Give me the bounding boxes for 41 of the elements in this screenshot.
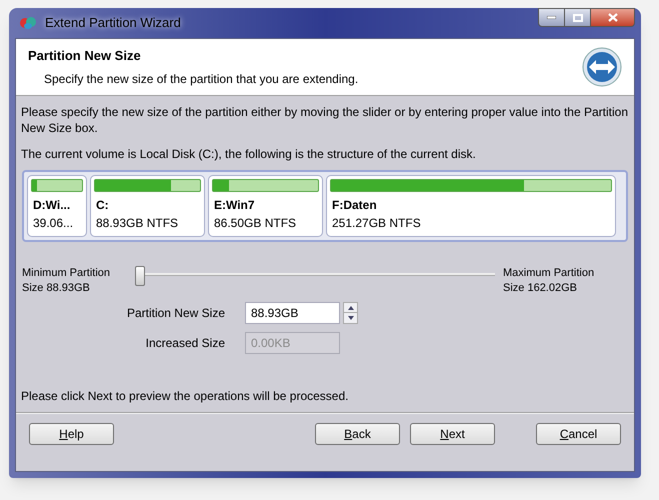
close-button[interactable] <box>591 8 635 27</box>
app-icon <box>19 15 37 31</box>
maximize-icon <box>572 14 582 22</box>
partition-name: E:Win7 <box>213 197 256 214</box>
partition-size: 88.93GB NTFS <box>95 215 180 232</box>
partition-block[interactable]: D:Wi... 39.06... <box>27 175 87 237</box>
disk-caption: The current volume is Local Disk (C:), the following is the structure of the current disk. <box>20 146 477 163</box>
increased-size-field: 0.00KB <box>245 332 340 354</box>
partition-name: C: <box>95 197 110 214</box>
partition-name: D:Wi... <box>32 197 72 214</box>
help-button[interactable]: Help <box>29 423 114 445</box>
field-label: Partition New Size <box>126 305 226 322</box>
footer-note: Please click Next to preview the operations will be processed. <box>20 388 350 405</box>
partition-block[interactable]: F:Daten 251.27GB NTFS <box>326 175 616 237</box>
partition-size: 39.06... <box>32 215 74 232</box>
partition-size: 86.50GB NTFS <box>213 215 298 232</box>
minimize-button[interactable] <box>538 8 565 27</box>
page-title: Partition New Size <box>28 47 142 66</box>
partition-block[interactable]: C: 88.93GB NTFS <box>90 175 205 237</box>
next-button[interactable]: Next <box>410 423 495 445</box>
spin-up-button[interactable] <box>343 302 358 313</box>
instructions-text: Please specify the new size of the partition either by moving the slider or by entering proper value into the Partition New Size box. <box>20 104 630 136</box>
window-title: Extend Partition Wizard <box>45 14 181 32</box>
partition-block[interactable]: E:Win7 86.50GB NTFS <box>208 175 323 237</box>
close-icon <box>608 13 618 22</box>
back-button[interactable]: Back <box>315 423 400 445</box>
cancel-button[interactable]: Cancel <box>536 423 621 445</box>
slider-thumb[interactable] <box>135 266 145 286</box>
partition-name: F:Daten <box>331 197 378 214</box>
size-slider[interactable] <box>135 266 495 288</box>
field-label: Increased Size <box>144 335 226 352</box>
minimize-icon <box>547 16 556 19</box>
minimum-size-label: Minimum Partition Size 88.93GB <box>22 266 112 296</box>
down-arrow-icon <box>348 316 354 320</box>
maximum-size-label: Maximum Partition Size 162.02GB <box>503 266 596 296</box>
size-input[interactable]: 88.93GB <box>245 302 340 324</box>
up-arrow-icon <box>348 306 354 310</box>
spin-down-button[interactable] <box>343 313 358 324</box>
partition-size: 251.27GB NTFS <box>331 215 422 232</box>
maximize-button[interactable] <box>565 8 591 27</box>
page-subtitle: Specify the new size of the partition that you are extending. <box>43 70 358 88</box>
